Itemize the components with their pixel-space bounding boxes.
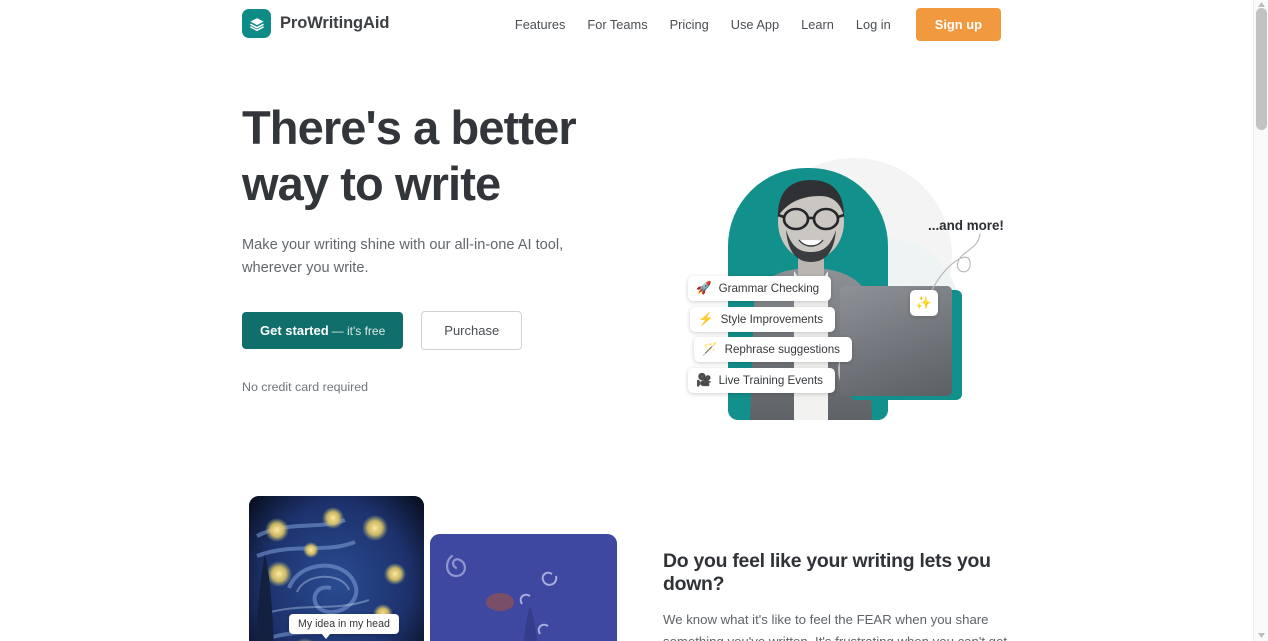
magic-wand-icon: 🪄	[702, 342, 718, 357]
nav-link-for-teams[interactable]: For Teams	[576, 11, 658, 38]
feature-chip-style-improvements: ⚡ Style Improvements	[690, 307, 836, 332]
sparkle-icon: ✨	[910, 290, 938, 316]
and-more-callout: ...and more!	[928, 218, 1004, 233]
section-body: We know what it's like to feel the FEAR …	[663, 612, 1007, 641]
lightning-icon: ⚡	[698, 312, 714, 327]
idea-comparison-images: My idea in my head	[249, 496, 629, 641]
hero-title-line-2: way to write	[242, 156, 501, 210]
hero-section: There's a better way to write Make your …	[0, 48, 1253, 488]
feature-chip-grammar-checking: 🚀 Grammar Checking	[688, 276, 832, 301]
hero-subtitle: Make your writing shine with our all-in-…	[242, 236, 564, 277]
get-started-sublabel: — it's free	[331, 323, 386, 338]
rocket-icon: 🚀	[696, 281, 712, 296]
main-navigation: Features For Teams Pricing Use App Learn…	[504, 0, 1001, 48]
no-credit-card-note: No credit card required	[242, 379, 369, 394]
scrollbar-thumb[interactable]	[1256, 8, 1267, 130]
nav-link-features[interactable]: Features	[504, 11, 577, 38]
purchase-button[interactable]: Purchase	[421, 310, 523, 350]
feature-chip-live-training-events: 🎥 Live Training Events	[688, 368, 835, 393]
feature-chip-label: Live Training Events	[718, 374, 823, 387]
lower-copy: Do you feel like your writing lets you d…	[663, 550, 1013, 641]
feature-chip-label: Rephrase suggestions	[724, 343, 840, 356]
video-camera-icon: 🎥	[696, 373, 712, 388]
lets-you-down-section: My idea in my head Do you feel like your…	[0, 488, 1253, 641]
feature-chip-label: Grammar Checking	[718, 282, 820, 295]
get-started-button[interactable]: Get started — it's free	[242, 311, 404, 349]
nav-link-log-in[interactable]: Log in	[845, 11, 902, 38]
scroll-down-arrow-icon[interactable]	[1258, 633, 1265, 638]
brand-logo[interactable]: ProWritingAid	[242, 9, 389, 38]
hero-copy: There's a better way to write Make your …	[242, 100, 602, 394]
get-started-label: Get started	[260, 322, 329, 338]
page-title: There's a better way to write	[242, 100, 602, 212]
page-viewport: ProWritingAid Features For Teams Pricing…	[0, 0, 1253, 641]
site-header: ProWritingAid Features For Teams Pricing…	[0, 0, 1253, 48]
section-title: Do you feel like your writing lets you d…	[663, 550, 991, 595]
nav-link-learn[interactable]: Learn	[790, 11, 845, 38]
scroll-up-arrow-icon[interactable]	[1258, 2, 1265, 7]
feature-chip-rephrase-suggestions: 🪄 Rephrase suggestions	[694, 337, 852, 362]
nav-link-use-app[interactable]: Use App	[720, 11, 790, 38]
crude-sketch-image	[430, 534, 617, 641]
hero-actions: Get started — it's free Purchase	[242, 310, 602, 350]
idea-caption-chip: My idea in my head	[289, 614, 399, 639]
page-scrollbar[interactable]	[1253, 0, 1268, 641]
starry-night-image: My idea in my head	[249, 496, 424, 641]
sign-up-button[interactable]: Sign up	[915, 7, 1001, 41]
hero-illustration: ...and more! ✨ 🚀 Grammar Checking ⚡ Styl…	[660, 140, 1020, 440]
hero-title-line-1: There's a better	[242, 101, 577, 154]
stacked-pages-icon	[242, 9, 271, 38]
brand-name: ProWritingAid	[280, 14, 390, 32]
feature-chip-label: Style Improvements	[720, 313, 824, 326]
nav-link-pricing[interactable]: Pricing	[659, 11, 720, 38]
